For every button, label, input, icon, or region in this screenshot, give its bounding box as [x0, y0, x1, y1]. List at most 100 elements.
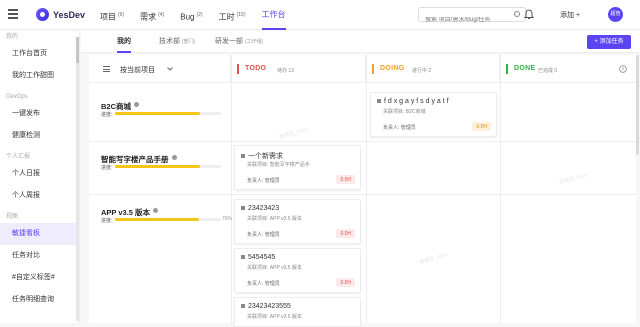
project-info-icon [153, 208, 159, 214]
nav-item-workbench[interactable]: 工作台 [261, 0, 286, 30]
bell-icon[interactable] [524, 9, 534, 20]
add-menu[interactable]: 添加 + [560, 10, 580, 20]
project-row-app[interactable]: APP v3.5 版本 进度: 79% [101, 202, 233, 232]
watermark: 管理员_0000 [418, 252, 449, 266]
sidebar-group-title: DevOps [6, 94, 28, 100]
todo-color-bar [237, 64, 239, 74]
task-icon [241, 304, 245, 309]
main-nav: 项目 (6) 需求 (4) Bug (2) 工时 (15) 工作台 [100, 0, 286, 30]
sidebar-item-agile-board[interactable]: 敏捷看板 [0, 223, 79, 245]
sidebar-scrollbar[interactable] [76, 37, 79, 321]
tab-rd-group[interactable]: 研发一部 (工作组) [215, 31, 263, 53]
task-card[interactable]: 5454545 关联项目: APP v3.5 版本 负责人: 管理员 0.0H [234, 248, 361, 293]
task-card[interactable]: 一个新需求 关联项目: 智能写字楼产品手 负责人: 管理员 0.0H [234, 145, 361, 190]
logo-icon [36, 8, 49, 21]
menu-icon[interactable] [8, 9, 18, 19]
tab-mine[interactable]: 我的 [117, 31, 131, 53]
task-project: 关联项目: B2C商城 [383, 109, 426, 115]
nav-item-requirements[interactable]: 需求 (4) [140, 0, 164, 30]
watermark: 管理员_0000 [558, 172, 589, 186]
sidebar-item-health-check[interactable]: 健康检测 [0, 125, 79, 147]
project-info-icon [134, 102, 140, 108]
project-info-icon [171, 155, 177, 161]
scope-tabs: 我的 技术部 (部门) 研发一部 (工作组) [81, 31, 640, 53]
column-status: 进行中 2 [412, 68, 432, 74]
board-scrollbar[interactable] [636, 55, 639, 155]
column-status: 待办 13 [277, 68, 294, 74]
sidebar-item-deploy[interactable]: 一键发布 [0, 103, 79, 125]
sidebar-group-title: 个人汇报 [6, 154, 31, 160]
sidebar-item-my-work-map[interactable]: 我的工作甜图 [0, 65, 79, 87]
project-name: 智能写字楼产品手册 [101, 155, 169, 164]
sidebar-item-task-detail[interactable]: 任务明细查询 [0, 289, 79, 311]
column-header-doing: DOING 进行中 2 [366, 55, 500, 83]
add-task-button[interactable]: + 添加任务 [587, 35, 631, 49]
chevron-down-icon[interactable] [167, 67, 173, 71]
nav-item-projects[interactable]: 项目 (6) [100, 0, 124, 30]
logo-text: YesDev [53, 9, 86, 20]
column-divider [366, 55, 367, 323]
task-card[interactable]: 23423423 关联项目: APP v3.5 版本 负责人: 管理员 0.0H [234, 199, 361, 244]
progress-label: 进度: [101, 218, 113, 224]
progress-percent: 79% [222, 216, 233, 222]
task-icon [377, 99, 381, 104]
done-color-bar [506, 64, 508, 74]
task-title: 5454545 [241, 254, 275, 261]
avatar[interactable]: 超管 [608, 7, 623, 22]
sidebar-item-task-compare[interactable]: 任务对比 [0, 245, 79, 267]
row-divider [89, 194, 636, 195]
group-by-select[interactable]: 按当前项目 [120, 65, 155, 75]
task-project: 关联项目: APP v3.5 版本 [247, 216, 302, 222]
sidebar-group-title: 我的 [6, 34, 19, 40]
progress-fill [115, 112, 200, 115]
column-header-todo: TODO 待办 13 [231, 55, 366, 83]
project-progress: 进度: 79% [101, 216, 233, 224]
list-icon [103, 66, 110, 72]
progress-fill [115, 218, 199, 221]
progress-fill [115, 165, 200, 168]
top-bar: YesDev 项目(6) 需求(4) Bug(2) 工时(15) 工作台 添加 … [0, 0, 640, 30]
group-by-header[interactable]: 按当前项目 [89, 55, 231, 83]
task-hours-badge: 0.0H [336, 175, 355, 184]
task-hours-badge: 0.0H [336, 229, 355, 238]
watermark: 管理员_0000 [278, 127, 309, 141]
sidebar-item-daily-report[interactable]: 个人日报 [0, 163, 79, 185]
search-icon[interactable] [514, 11, 520, 17]
task-icon [241, 206, 245, 211]
logo[interactable]: YesDev [36, 8, 85, 21]
nav-item-hours[interactable]: 工时 (15) [219, 0, 246, 30]
column-status: 已完成 0 [538, 68, 558, 74]
search-input[interactable] [425, 17, 515, 23]
task-hours-badge: 0.0H [472, 122, 491, 131]
task-title: f d x g a y f s d y a t f [377, 98, 449, 105]
task-title: 23423423555 [241, 303, 291, 310]
task-title: 23423423 [241, 205, 279, 212]
column-title: DONE [514, 65, 536, 72]
sidebar-item-weekly-report[interactable]: 个人周报 [0, 185, 79, 207]
search-box[interactable] [418, 7, 526, 23]
task-project: 关联项目: APP v3.5 版本 [247, 314, 302, 320]
task-card[interactable]: f d x g a y f s d y a t f 关联项目: B2C商城 负责… [370, 92, 497, 137]
doing-color-bar [372, 64, 374, 74]
nav-item-bug[interactable]: Bug (2) [180, 0, 202, 30]
tab-tech-dept[interactable]: 技术部 (部门) [159, 31, 195, 53]
sidebar: 我的 工作台首页 我的工作甜图 DevOps 一键发布 健康检测 个人汇报 个人… [0, 31, 80, 323]
column-title: DOING [380, 65, 405, 72]
project-progress: 进度: [101, 111, 231, 118]
project-progress: 进度: [101, 164, 231, 171]
help-icon[interactable] [619, 65, 627, 73]
task-icon [241, 154, 245, 159]
task-title: 一个新需求 [241, 151, 283, 161]
sidebar-item-workbench-home[interactable]: 工作台首页 [0, 43, 79, 65]
project-row-b2c[interactable]: B2C商城 进度: [101, 96, 231, 126]
task-owner: 负责人: 管理员 [247, 232, 280, 238]
sidebar-item-custom-tags[interactable]: #自定义标签# [0, 267, 79, 289]
column-divider [500, 55, 501, 323]
kanban-board: 按当前项目 TODO 待办 13 DOING 进行中 2 DONE 已完成 0 … [89, 55, 636, 327]
project-row-smart-office[interactable]: 智能写字楼产品手册 进度: [101, 149, 231, 179]
task-owner: 负责人: 管理员 [247, 281, 280, 287]
task-owner: 负责人: 管理员 [383, 125, 416, 131]
column-header-done: DONE 已完成 0 [500, 55, 636, 83]
task-project: 关联项目: 智能写字楼产品手 [247, 162, 310, 168]
progress-label: 进度: [101, 112, 113, 118]
